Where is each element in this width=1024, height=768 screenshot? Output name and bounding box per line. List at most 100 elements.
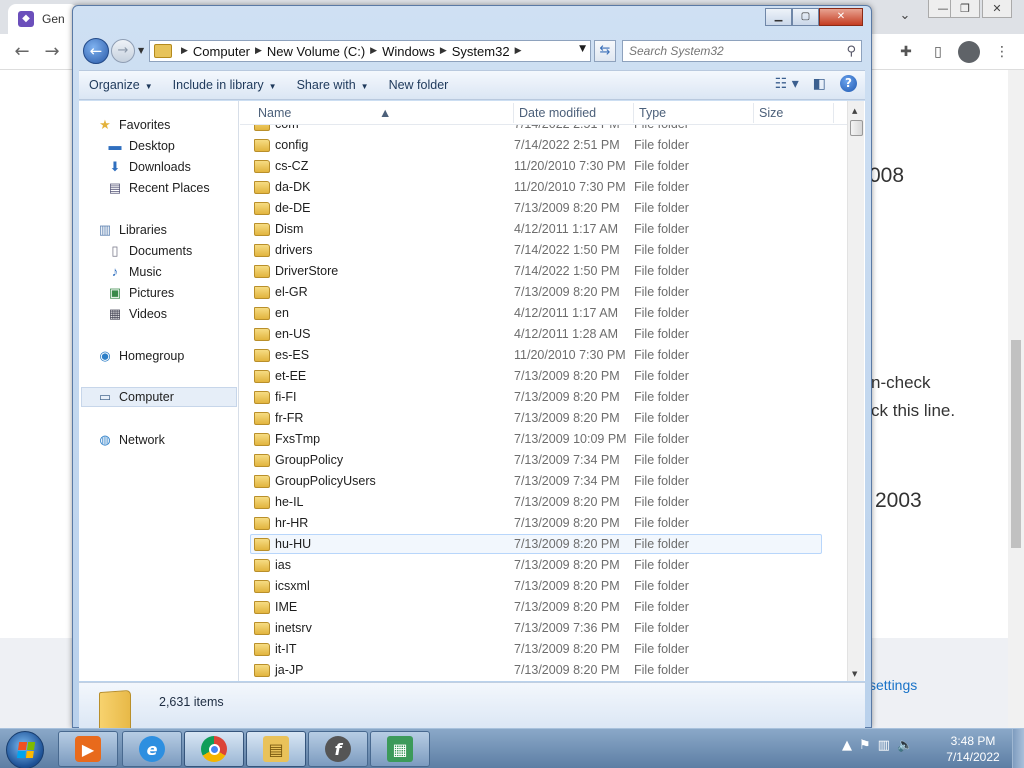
side-panel-icon[interactable]: ▯ (928, 42, 948, 62)
search-input[interactable] (623, 41, 833, 61)
breadcrumb-chevron-icon[interactable]: ▶ (440, 46, 447, 56)
change-view-icon[interactable]: ☷ ▾ (775, 76, 799, 92)
file-list-scrollbar[interactable]: ▲ ▼ (847, 101, 864, 681)
share-with-menu[interactable]: Share with ▼ (287, 78, 379, 92)
scroll-up-icon[interactable]: ▲ (852, 107, 857, 115)
scrollbar-thumb[interactable] (850, 120, 863, 136)
tab-search-chevron-icon[interactable]: ⌄ (895, 8, 915, 28)
page-scrollbar[interactable] (1008, 70, 1024, 728)
search-icon[interactable]: ⚲ (846, 44, 856, 59)
chrome-restore-button[interactable]: ❐ (950, 0, 980, 18)
preview-pane-icon[interactable]: ◧ (813, 76, 826, 92)
table-row[interactable]: IME 7/13/2009 8:20 PM File folder (250, 597, 822, 617)
table-row[interactable]: FxsTmp 7/13/2009 10:09 PM File folder (250, 429, 822, 449)
breadcrumb-chevron-icon[interactable]: ▶ (181, 46, 188, 56)
nav-recent-places[interactable]: ▤ Recent Places (107, 178, 210, 198)
table-row[interactable]: drivers 7/14/2022 1:50 PM File folder (250, 240, 822, 260)
settings-link[interactable]: settings (869, 677, 917, 693)
table-row[interactable]: config 7/14/2022 2:51 PM File folder (250, 135, 822, 155)
clock[interactable]: 3:48 PM 7/14/2022 (938, 733, 1008, 765)
breadcrumb-computer[interactable]: Computer (193, 44, 250, 59)
nav-pictures[interactable]: ▣ Pictures (107, 283, 174, 303)
table-row[interactable]: en 4/12/2011 1:17 AM File folder (250, 303, 822, 323)
volume-muted-icon[interactable]: 🔈 (897, 738, 913, 753)
table-row[interactable]: GroupPolicy 7/13/2009 7:34 PM File folder (250, 450, 822, 470)
nav-network[interactable]: ◍ Network (97, 430, 165, 450)
address-bar[interactable]: ▶ Computer ▶ New Volume (C:) ▶ Windows ▶… (149, 40, 591, 62)
table-row[interactable]: ias 7/13/2009 8:20 PM File folder (250, 555, 822, 575)
table-row[interactable]: el-GR 7/13/2009 8:20 PM File folder (250, 282, 822, 302)
table-row[interactable]: it-IT 7/13/2009 8:20 PM File folder (250, 639, 822, 659)
column-date-header[interactable]: Date modified (519, 106, 596, 120)
action-center-flag-icon[interactable]: ⚑ (859, 738, 871, 753)
taskbar-app[interactable]: ▦ (370, 731, 430, 767)
table-row[interactable]: hr-HR 7/13/2009 8:20 PM File folder (250, 513, 822, 533)
breadcrumb-chevron-icon[interactable]: ▶ (515, 46, 522, 56)
new-folder-button[interactable]: New folder (379, 78, 459, 92)
taskbar-chrome[interactable] (184, 731, 244, 767)
nav-music[interactable]: ♪ Music (107, 262, 162, 282)
breadcrumb-volume[interactable]: New Volume (C:) (267, 44, 365, 59)
organize-menu[interactable]: Organize ▼ (79, 78, 163, 92)
close-button[interactable]: ✕ (819, 8, 863, 26)
nav-homegroup[interactable]: ◉ Homegroup (97, 346, 184, 366)
address-history-chevron-icon[interactable]: ▼ (579, 44, 586, 54)
nav-computer[interactable]: ▭ Computer (81, 387, 237, 407)
taskbar-media-player[interactable]: ▶ (58, 731, 118, 767)
forward-button[interactable]: → (111, 39, 135, 63)
taskbar-flash[interactable]: f (308, 731, 368, 767)
table-row[interactable]: fi-FI 7/13/2009 8:20 PM File folder (250, 387, 822, 407)
taskbar-explorer[interactable]: ▤ (246, 731, 306, 767)
breadcrumb-chevron-icon[interactable]: ▶ (255, 46, 262, 56)
column-divider[interactable] (633, 103, 634, 123)
help-icon[interactable]: ? (840, 75, 857, 92)
include-in-library-menu[interactable]: Include in library ▼ (163, 78, 287, 92)
chrome-back-icon[interactable]: ← (10, 41, 34, 63)
breadcrumb-chevron-icon[interactable]: ▶ (370, 46, 377, 56)
back-button[interactable]: ← (83, 38, 109, 64)
chrome-menu-icon[interactable]: ⋮ (992, 42, 1012, 62)
nav-favorites[interactable]: ★ Favorites (97, 115, 170, 135)
table-row[interactable]: Dism 4/12/2011 1:17 AM File folder (250, 219, 822, 239)
column-type-header[interactable]: Type (639, 106, 666, 120)
column-divider[interactable] (753, 103, 754, 123)
extensions-puzzle-icon[interactable]: ✚ (896, 42, 916, 62)
network-tray-icon[interactable]: ▥ (878, 738, 890, 753)
column-size-header[interactable]: Size (759, 106, 783, 120)
chrome-forward-icon[interactable]: → (40, 41, 64, 63)
table-row[interactable]: GroupPolicyUsers 7/13/2009 7:34 PM File fo… (250, 471, 822, 491)
nav-documents[interactable]: ▯ Documents (107, 241, 192, 261)
taskbar-internet-explorer[interactable]: e (122, 731, 182, 767)
table-row[interactable]: de-DE 7/13/2009 8:20 PM File folder (250, 198, 822, 218)
search-box[interactable]: ⚲ (622, 40, 862, 62)
table-row[interactable]: hu-HU 7/13/2009 8:20 PM File folder (250, 534, 822, 554)
breadcrumb-system32[interactable]: System32 (452, 44, 510, 59)
show-desktop-button[interactable] (1012, 729, 1024, 768)
chrome-tab[interactable]: ◆ Gen (8, 4, 78, 34)
refresh-button[interactable]: ⇆ (594, 40, 616, 62)
minimize-button[interactable]: ▁ (765, 8, 792, 26)
maximize-button[interactable]: ▢ (792, 8, 819, 26)
nav-desktop[interactable]: ▬ Desktop (107, 136, 175, 156)
nav-libraries[interactable]: ▥ Libraries (97, 220, 167, 240)
table-row[interactable]: es-ES 11/20/2010 7:30 PM File folder (250, 345, 822, 365)
table-row[interactable]: en-US 4/12/2011 1:28 AM File folder (250, 324, 822, 344)
breadcrumb-windows[interactable]: Windows (382, 44, 435, 59)
table-row[interactable]: et-EE 7/13/2009 8:20 PM File folder (250, 366, 822, 386)
chrome-close-button[interactable]: ✕ (982, 0, 1012, 18)
table-row[interactable]: inetsrv 7/13/2009 7:36 PM File folder (250, 618, 822, 638)
table-row[interactable]: fr-FR 7/13/2009 8:20 PM File folder (250, 408, 822, 428)
column-name-header[interactable]: Name (258, 106, 291, 120)
show-hidden-icons-icon[interactable]: ▲ (842, 738, 852, 753)
table-row[interactable]: ja-JP 7/13/2009 8:20 PM File folder (250, 660, 822, 680)
table-row[interactable]: da-DK 11/20/2010 7:30 PM File folder (250, 177, 822, 197)
start-button[interactable] (6, 731, 44, 768)
table-row[interactable]: icsxml 7/13/2009 8:20 PM File folder (250, 576, 822, 596)
column-divider[interactable] (513, 103, 514, 123)
column-divider[interactable] (833, 103, 834, 123)
profile-avatar[interactable] (958, 41, 980, 63)
page-scrollbar-thumb[interactable] (1011, 340, 1021, 548)
table-row[interactable]: he-IL 7/13/2009 8:20 PM File folder (250, 492, 822, 512)
nav-videos[interactable]: ▦ Videos (107, 304, 167, 324)
table-row[interactable]: DriverStore 7/14/2022 1:50 PM File folder (250, 261, 822, 281)
